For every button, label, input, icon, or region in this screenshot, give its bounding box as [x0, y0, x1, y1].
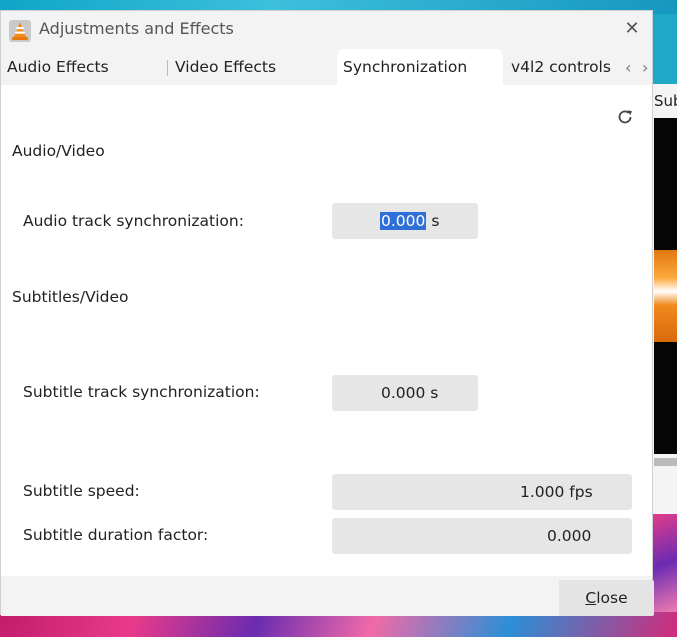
dialog-footer: Close: [1, 576, 654, 616]
subtitle-speed-label: Subtitle speed:: [23, 482, 140, 500]
subtitle-sync-spinbox[interactable]: 0.000 s: [332, 375, 478, 411]
subtitle-speed-value[interactable]: 1.000 fps: [520, 474, 593, 510]
section-subtitles-video: Subtitles/Video: [12, 288, 129, 306]
synchronization-panel: Audio/Video Audio track synchronization:…: [1, 85, 652, 576]
vlc-cone-icon: [9, 20, 31, 42]
adjustments-dialog: Adjustments and Effects ✕ Audio Effects …: [0, 10, 654, 616]
title-bar: Adjustments and Effects ✕: [1, 11, 652, 49]
tab-synchronization[interactable]: Synchronization: [337, 49, 503, 85]
tab-bar: Audio Effects Video Effects Synchronizat…: [1, 49, 652, 85]
audio-sync-label: Audio track synchronization:: [23, 212, 244, 230]
tab-v4l2-controls[interactable]: v4l2 controls: [505, 49, 621, 85]
close-button[interactable]: Close: [559, 580, 654, 616]
close-button-label: lose: [596, 589, 628, 607]
tab-scroll-left-icon[interactable]: ‹: [625, 58, 631, 77]
subtitle-speed-spinbox[interactable]: 1.000 fps: [332, 474, 632, 510]
desktop-wallpaper-right: [652, 514, 677, 614]
background-window-text: Sub: [654, 92, 677, 110]
close-icon[interactable]: ✕: [622, 19, 642, 39]
audio-sync-value[interactable]: 0.000: [380, 212, 427, 230]
refresh-icon[interactable]: [615, 107, 635, 127]
tab-separator: [167, 60, 168, 76]
tab-audio-effects[interactable]: Audio Effects: [1, 49, 167, 85]
background-vlc-cone: [654, 250, 677, 342]
section-audio-video: Audio/Video: [12, 142, 105, 160]
subtitle-sync-label: Subtitle track synchronization:: [23, 383, 260, 401]
tab-video-effects[interactable]: Video Effects: [169, 49, 335, 85]
tab-scroll-right-icon[interactable]: ›: [642, 58, 648, 77]
close-button-mnemonic: C: [585, 589, 597, 607]
audio-sync-unit: s: [431, 212, 440, 230]
window-title: Adjustments and Effects: [39, 19, 234, 38]
audio-sync-spinbox[interactable]: 0.000 s: [332, 203, 478, 239]
background-scrollbar: [654, 458, 677, 466]
subtitle-sync-value[interactable]: 0.000 s: [381, 375, 438, 411]
subtitle-duration-spinbox[interactable]: 0.000: [332, 518, 632, 554]
subtitle-duration-value[interactable]: 0.000: [547, 518, 591, 554]
subtitle-duration-label: Subtitle duration factor:: [23, 526, 209, 544]
